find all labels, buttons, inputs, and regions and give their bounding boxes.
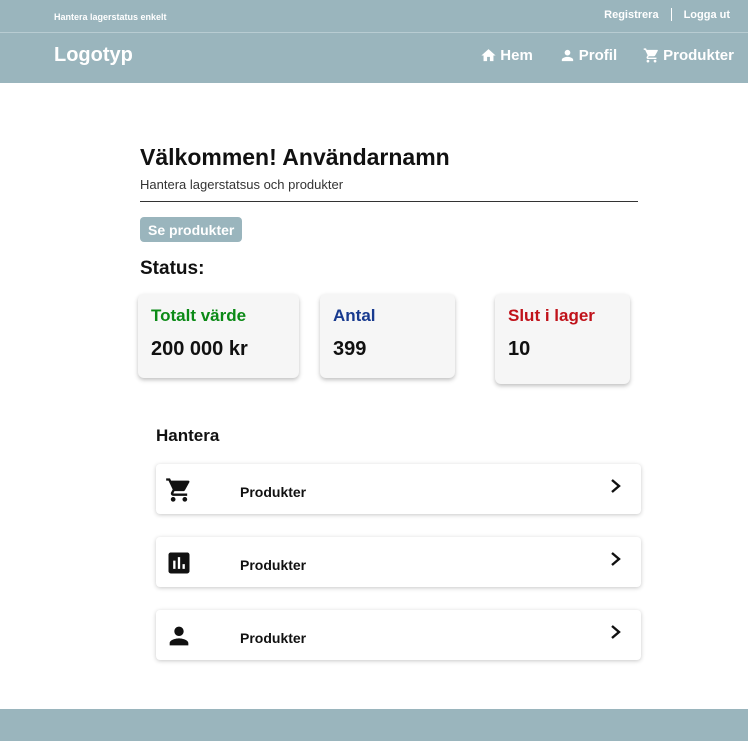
cart-icon [165, 476, 193, 504]
manage-heading: Hantera [156, 426, 220, 445]
status-card-value: 10 [508, 338, 531, 360]
status-card-total-value: Totalt värde 200 000 kr [138, 294, 299, 378]
chevron-right-icon [609, 624, 623, 640]
top-bar: Hantera lagerstatus enkelt Registrera Lo… [0, 0, 748, 33]
nav-item-products[interactable]: Produkter [643, 47, 734, 64]
nav-bar: Logotyp Hem Profil Produkter [0, 33, 748, 83]
status-card-out-of-stock: Slut i lager 10 [495, 294, 630, 384]
nav-item-profile[interactable]: Profil [559, 47, 617, 64]
auth-links: Registrera Logga ut [604, 8, 730, 21]
home-icon [481, 49, 496, 62]
person-icon [165, 622, 193, 650]
status-card-quantity: Antal 399 [320, 294, 455, 378]
register-link[interactable]: Registrera [604, 9, 658, 21]
manage-row-label: Produkter [240, 557, 307, 573]
status-card-label: Antal [333, 306, 376, 325]
manage-row-users[interactable]: Produkter [156, 610, 641, 660]
status-card-label: Slut i lager [508, 306, 595, 325]
chevron-right-icon [609, 478, 623, 494]
logo[interactable]: Logotyp [54, 44, 133, 67]
nav-item-label: Profil [578, 47, 618, 64]
bar-chart-icon [165, 549, 193, 577]
see-products-button[interactable]: Se produkter [140, 217, 243, 242]
page-title: Välkommen! Användarnamn [140, 144, 450, 170]
status-heading: Status: [140, 258, 205, 279]
manage-row-products[interactable]: Produkter [156, 464, 641, 514]
page-subtitle: Hantera lagerstatsus och produkter [140, 177, 344, 192]
manage-row-statistics[interactable]: Produkter [156, 537, 641, 587]
manage-row-label: Produkter [240, 484, 307, 500]
main-nav: Hem Profil Produkter [454, 47, 734, 64]
footer [0, 709, 748, 741]
status-card-value: 399 [333, 338, 367, 360]
status-card-value: 200 000 kr [151, 338, 248, 360]
chevron-right-icon [609, 551, 623, 567]
status-card-label: Totalt värde [151, 306, 247, 325]
cart-icon [643, 48, 659, 63]
manage-row-label: Produkter [240, 630, 307, 646]
tagline: Hantera lagerstatus enkelt [54, 12, 167, 22]
nav-item-label: Produkter [663, 47, 734, 64]
logout-link[interactable]: Logga ut [684, 9, 730, 21]
auth-separator [670, 8, 672, 21]
nav-item-label: Hem [500, 47, 533, 64]
nav-item-home[interactable]: Hem [480, 47, 533, 64]
person-icon [561, 49, 573, 62]
divider [140, 201, 638, 202]
